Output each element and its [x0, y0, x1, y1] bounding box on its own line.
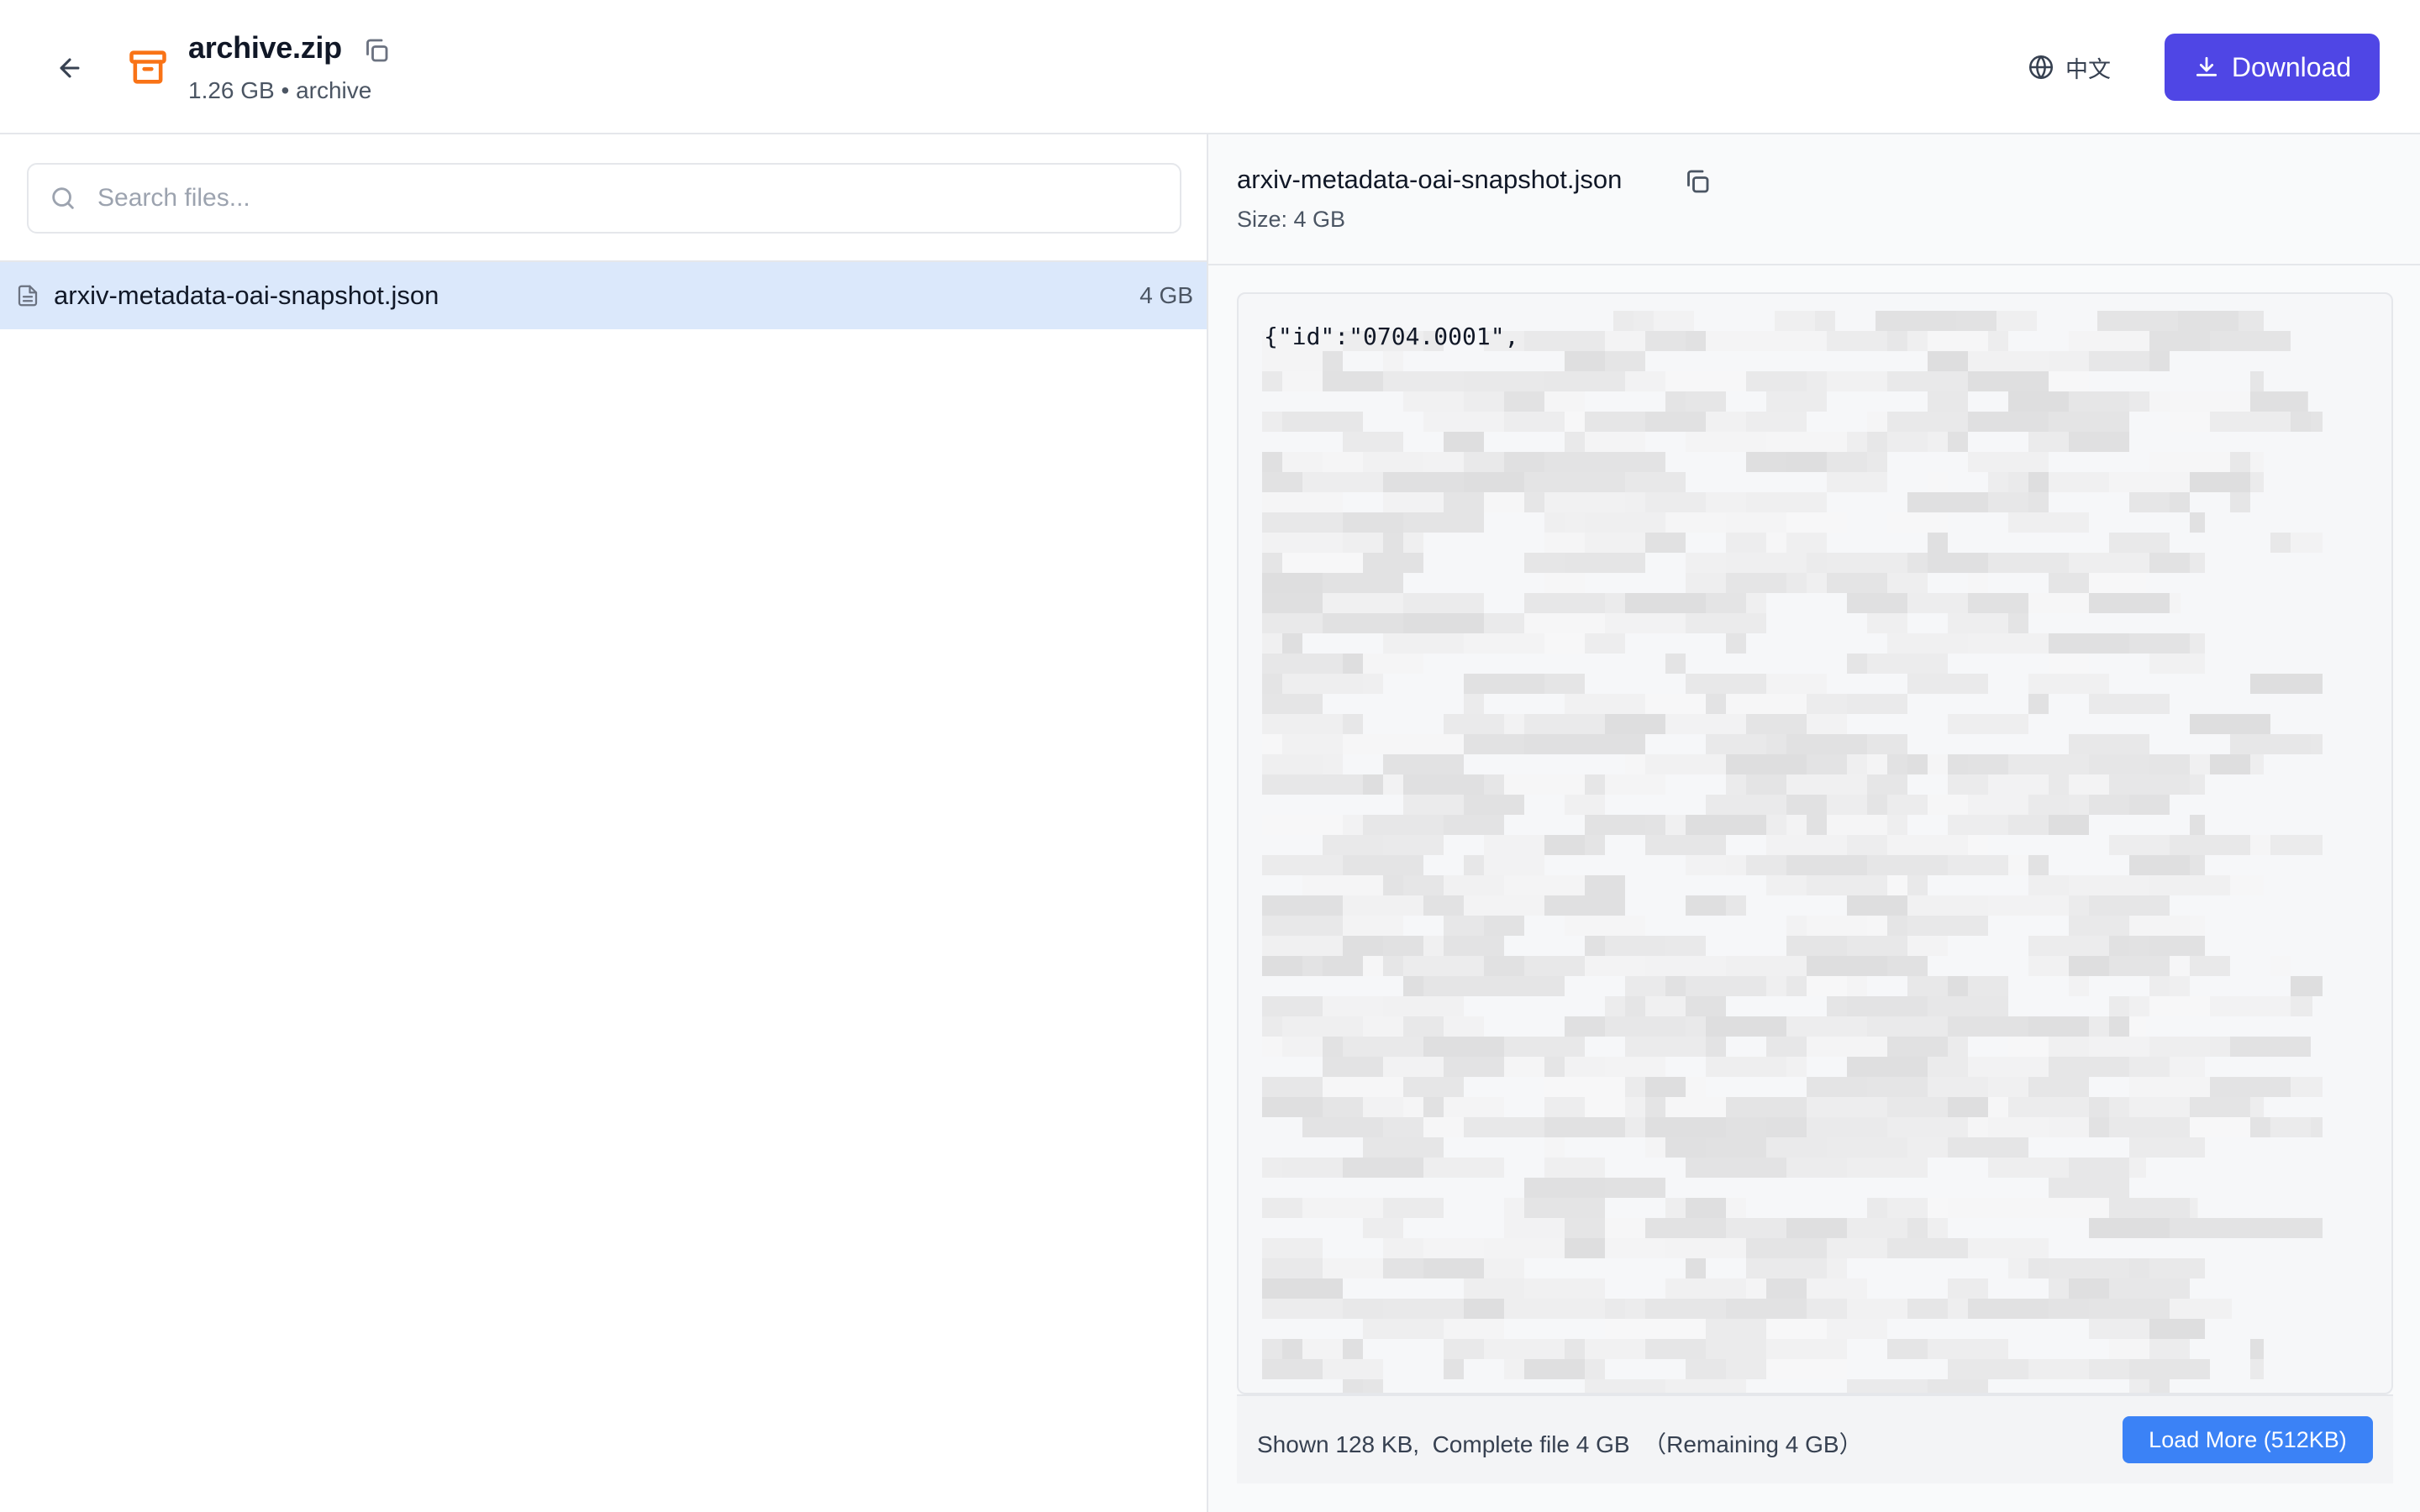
archive-title: archive.zip: [188, 30, 342, 65]
file-text-icon: [18, 285, 38, 307]
load-more-button[interactable]: Load More (512KB): [2123, 1416, 2373, 1463]
download-button[interactable]: Download: [2165, 34, 2380, 101]
search-icon: [52, 187, 74, 209]
file-list-pane: arxiv-metadata-oai-snapshot.json 4 GB: [0, 134, 1208, 1512]
file-content-viewer[interactable]: {"id":"0704.0001",: [1237, 292, 2393, 1394]
file-list-item[interactable]: arxiv-metadata-oai-snapshot.json 4 GB: [0, 262, 1207, 329]
preview-file-name: arxiv-metadata-oai-snapshot.json: [1237, 165, 1623, 194]
preview-file-size: Size: 4 GB: [1237, 207, 1346, 232]
preview-header: arxiv-metadata-oai-snapshot.json Size: 4…: [1208, 134, 2420, 265]
preview-footer: Shown 128 KB, Complete file 4 GB （Remain…: [1237, 1394, 2393, 1483]
language-label: 中文: [2065, 56, 2111, 82]
language-toggle[interactable]: 中文: [2027, 49, 2111, 86]
archive-box-icon: [129, 50, 166, 84]
copy-title-button[interactable]: [361, 35, 392, 66]
top-bar: archive.zip 1.26 GB • archive 中文 Downloa…: [0, 0, 2420, 134]
load-status: Shown 128 KB, Complete file 4 GB （Remain…: [1257, 1431, 1863, 1457]
preview-pane: arxiv-metadata-oai-snapshot.json Size: 4…: [1208, 134, 2420, 1512]
file-name: arxiv-metadata-oai-snapshot.json: [54, 281, 439, 310]
copy-filename-button[interactable]: [1682, 166, 1712, 197]
code-first-line: {"id":"0704.0001",: [1264, 323, 1519, 350]
search-input[interactable]: [96, 183, 1107, 213]
copy-icon: [366, 39, 388, 62]
blurred-content: [1262, 311, 2323, 1393]
download-label: Download: [2231, 51, 2352, 82]
back-button[interactable]: [49, 47, 91, 89]
copy-icon: [1687, 170, 1709, 193]
file-size: 4 GB: [1139, 282, 1193, 308]
archive-meta: 1.26 GB • archive: [188, 77, 372, 103]
load-more-label: Load More (512KB): [2149, 1426, 2347, 1452]
back-arrow-icon: [60, 58, 80, 78]
search-box: [27, 163, 1181, 234]
globe-icon: [2028, 55, 2054, 80]
download-icon: [2196, 56, 2217, 76]
